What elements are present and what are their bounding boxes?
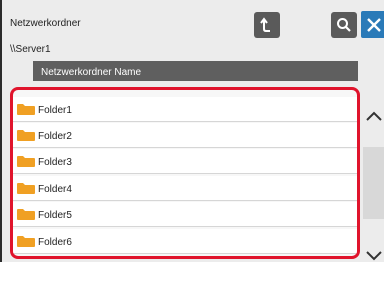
folder-icon xyxy=(17,209,35,220)
folder-icon xyxy=(17,236,35,247)
folder-icon xyxy=(17,104,35,115)
list-item[interactable]: Folder3 xyxy=(13,149,357,174)
list-item[interactable]: Folder1 xyxy=(13,97,357,122)
chevron-down-icon xyxy=(365,251,382,261)
list-item[interactable]: Folder5 xyxy=(13,202,357,227)
refresh-button[interactable] xyxy=(254,12,280,38)
scroll-up-button[interactable] xyxy=(361,101,384,131)
list-item-label: Folder1 xyxy=(38,105,72,116)
scroll-down-button[interactable] xyxy=(361,250,384,262)
search-icon xyxy=(337,18,351,32)
list-item-label: Folder3 xyxy=(38,157,72,168)
folder-list: Folder1 Folder2 Folder3 Folder4 Folder5 xyxy=(10,87,360,259)
scroll-track[interactable] xyxy=(363,147,384,219)
column-header-label: Netzwerkordner Name xyxy=(41,67,142,78)
folder-icon xyxy=(17,156,35,167)
folder-icon xyxy=(17,183,35,194)
list-item[interactable]: Folder4 xyxy=(13,176,357,201)
list-item-label: Folder5 xyxy=(38,210,72,221)
list-item-label: Folder6 xyxy=(38,237,72,248)
dialog-title: Netzwerkordner xyxy=(10,18,81,29)
list-item[interactable]: Folder6 xyxy=(13,229,357,254)
search-button[interactable] xyxy=(331,12,357,38)
scrollbar[interactable] xyxy=(361,87,384,259)
chevron-up-icon xyxy=(365,111,382,121)
current-path: \\Server1 xyxy=(10,44,51,55)
refresh-icon xyxy=(260,17,270,32)
network-folder-dialog: Netzwerkordner \\Server1 Netzwerkordner … xyxy=(0,0,384,282)
column-header: Netzwerkordner Name xyxy=(33,61,358,81)
folder-icon xyxy=(17,130,35,141)
close-button[interactable] xyxy=(361,11,384,38)
list-item-label: Folder2 xyxy=(38,131,72,142)
list-item[interactable]: Folder2 xyxy=(13,123,357,148)
footer-area xyxy=(0,262,384,282)
close-icon xyxy=(366,17,381,32)
list-item-label: Folder4 xyxy=(38,184,72,195)
